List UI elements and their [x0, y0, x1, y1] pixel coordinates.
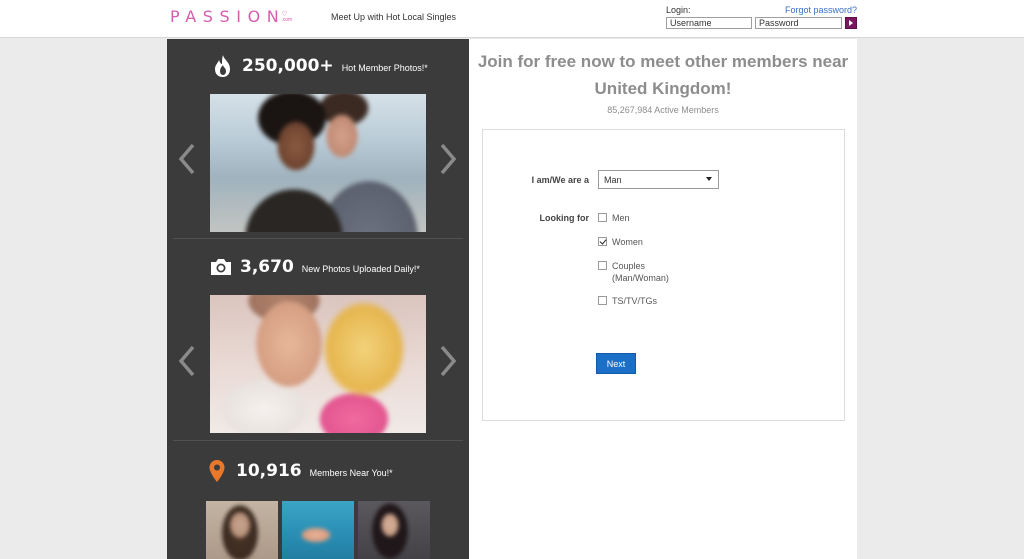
member-photo[interactable]: [210, 295, 426, 433]
member-photo[interactable]: [210, 94, 426, 232]
option-label: Men: [612, 213, 630, 223]
page-headline: Join for free now to meet other members …: [477, 52, 849, 98]
stat-photos: 250,000+ Hot Member Photos!*: [167, 48, 469, 84]
member-thumbnail[interactable]: [358, 501, 430, 559]
site-logo[interactable]: PASSION ♡ .com: [170, 6, 292, 28]
iam-label: I am/We are a: [531, 175, 589, 185]
logo-wordmark: PASSION: [170, 7, 286, 26]
option-ts-tv-tgs[interactable]: TS/TV/TGs: [598, 295, 657, 307]
gender-select[interactable]: Man: [598, 170, 719, 189]
stat-caption: Members Near You!*: [309, 468, 393, 478]
stats-panel: 250,000+ Hot Member Photos!* 3,670 New P…: [167, 39, 469, 559]
camera-icon: [209, 255, 233, 279]
stat-number: 10,916: [236, 461, 302, 481]
option-women[interactable]: Women: [598, 236, 643, 248]
stat-caption: Hot Member Photos!*: [341, 63, 428, 73]
carousel-prev-button[interactable]: [175, 141, 199, 177]
logo-domain: ♡ .com: [281, 11, 293, 23]
username-input[interactable]: [666, 17, 752, 29]
stat-caption: New Photos Uploaded Daily!*: [301, 264, 420, 274]
carousel-prev-button[interactable]: [175, 343, 199, 379]
checkbox-men[interactable]: [598, 213, 607, 222]
stat-number: 3,670: [240, 257, 294, 277]
member-thumbnail[interactable]: [282, 501, 354, 559]
signup-form: I am/We are a Man Looking for Men Women …: [482, 129, 845, 421]
section-divider: [173, 440, 463, 441]
looking-for-label: Looking for: [539, 213, 590, 223]
carousel-next-button[interactable]: [436, 343, 460, 379]
flame-icon: [211, 54, 235, 78]
chevron-down-icon: [706, 177, 712, 181]
member-thumbnail[interactable]: [206, 501, 278, 559]
option-men[interactable]: Men: [598, 212, 630, 224]
option-couples[interactable]: Couples (Man/Woman): [598, 260, 669, 284]
login-label: Login:: [666, 5, 691, 15]
site-header: PASSION ♡ .com Meet Up with Hot Local Si…: [0, 0, 1024, 38]
stat-nearby: 10,916 Members Near You!*: [167, 453, 469, 489]
carousel-next-button[interactable]: [436, 141, 460, 177]
signup-panel: Join for free now to meet other members …: [469, 39, 857, 559]
checkbox-women[interactable]: [598, 237, 607, 246]
option-label: TS/TV/TGs: [612, 296, 657, 306]
stat-number: 250,000+: [242, 56, 334, 76]
gender-select-value: Man: [604, 174, 622, 185]
login-submit-button[interactable]: [845, 17, 857, 29]
checkbox-couples[interactable]: [598, 261, 607, 270]
forgot-password-link[interactable]: Forgot password?: [785, 5, 857, 15]
active-members-count: 85,267,984 Active Members: [607, 105, 719, 115]
location-pin-icon: [205, 459, 229, 483]
option-label: Couples (Man/Woman): [612, 261, 669, 283]
stat-uploads: 3,670 New Photos Uploaded Daily!*: [167, 249, 469, 285]
checkbox-ts-tv-tgs[interactable]: [598, 296, 607, 305]
site-tagline: Meet Up with Hot Local Singles: [331, 12, 457, 22]
next-button[interactable]: Next: [596, 353, 636, 374]
password-input[interactable]: [755, 17, 842, 29]
play-arrow-icon: [849, 20, 853, 26]
section-divider: [173, 238, 463, 239]
option-label: Women: [612, 237, 643, 247]
